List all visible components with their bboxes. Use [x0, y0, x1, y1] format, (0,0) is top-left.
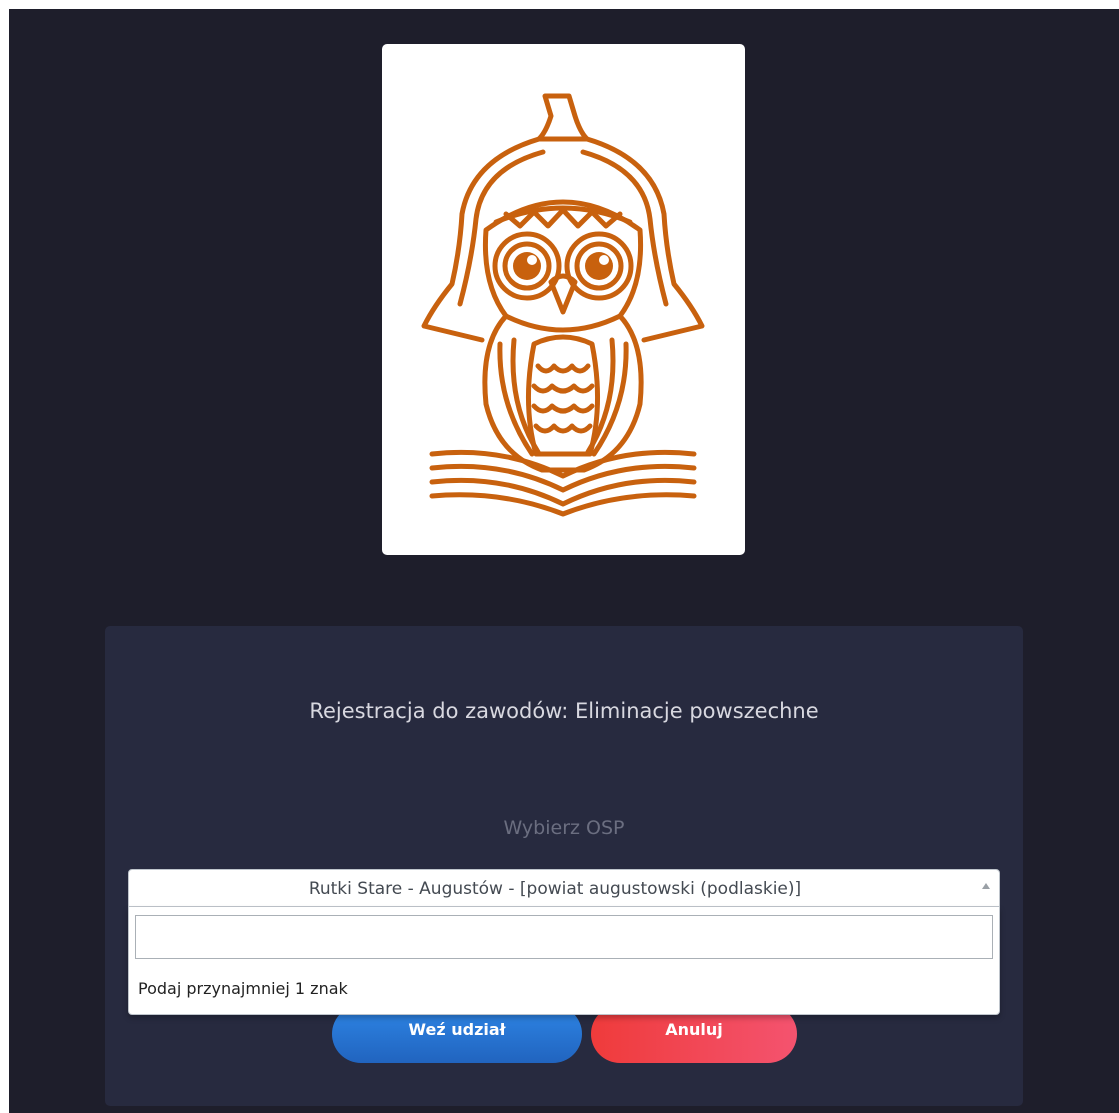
registration-panel: Rejestracja do zawodów: Eliminacje powsz…: [105, 626, 1023, 1106]
logo-card: [382, 44, 745, 555]
osp-select[interactable]: Rutki Stare - Augustów - [powiat augusto…: [128, 869, 1000, 907]
search-input[interactable]: [135, 915, 993, 959]
page-background: Rejestracja do zawodów: Eliminacje powsz…: [9, 9, 1119, 1113]
select-dropdown: Podaj przynajmniej 1 znak: [128, 907, 1000, 1015]
owl-logo-icon: [421, 93, 705, 517]
select-value: Rutki Stare - Augustów - [powiat augusto…: [308, 879, 802, 899]
search-hint: Podaj przynajmniej 1 znak: [138, 979, 348, 998]
chevron-up-icon[interactable]: [982, 883, 990, 889]
page-title: Rejestracja do zawodów: Eliminacje powsz…: [309, 699, 819, 723]
select-label: Wybierz OSP: [503, 817, 625, 839]
